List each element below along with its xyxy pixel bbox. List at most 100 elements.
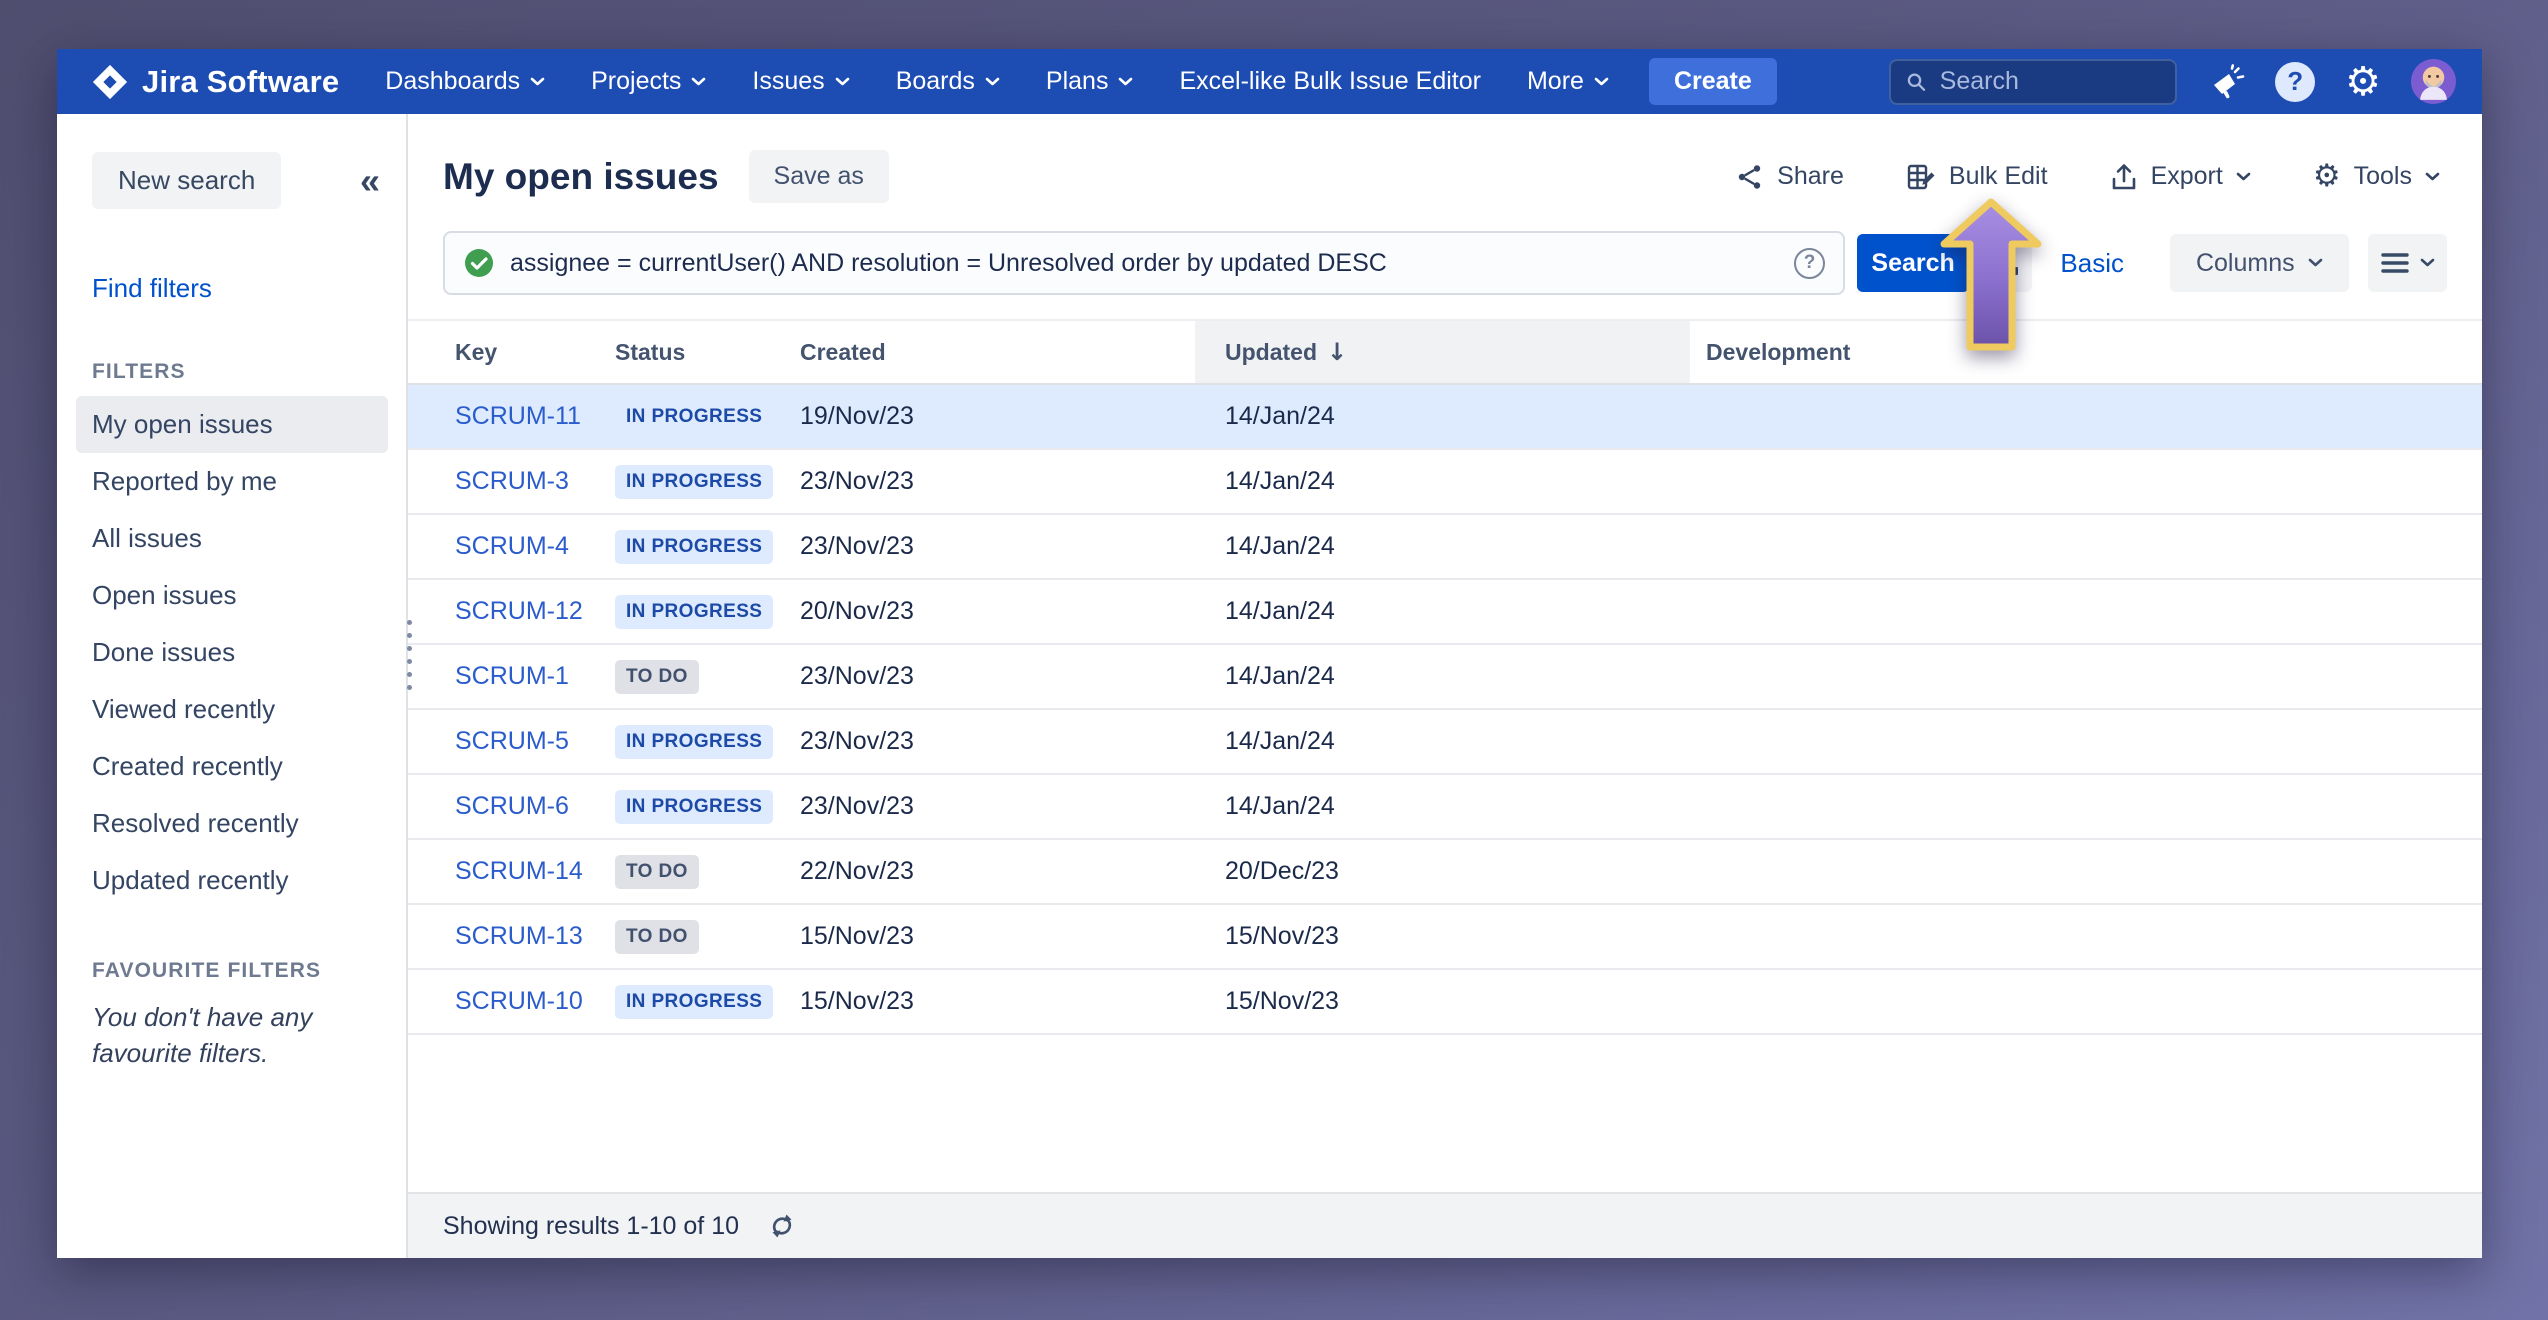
nav-menu-item[interactable]: Boards (896, 67, 1000, 96)
chevron-down-icon (1594, 77, 1609, 87)
issue-key-link[interactable]: SCRUM-12 (455, 597, 615, 626)
jql-query-field[interactable]: ? (443, 231, 1845, 295)
column-header-key[interactable]: Key (455, 321, 615, 383)
issue-row[interactable]: SCRUM-11 IN PROGRESS 19/Nov/23 14/Jan/24 (408, 385, 2482, 450)
issue-key-link[interactable]: SCRUM-10 (455, 987, 615, 1016)
status-badge: IN PROGRESS (615, 595, 773, 629)
issue-key-link[interactable]: SCRUM-5 (455, 727, 615, 756)
refresh-icon[interactable] (767, 1211, 797, 1241)
sidebar-filter-item[interactable]: Done issues (92, 624, 406, 681)
issue-row[interactable]: SCRUM-10 IN PROGRESS 15/Nov/23 15/Nov/23 (408, 970, 2482, 1035)
hierarchy-icon (1990, 249, 2020, 277)
nav-menu-item[interactable]: More (1527, 67, 1609, 96)
tools-button[interactable]: ⚙ Tools (2313, 161, 2440, 192)
desktop-background: Jira Software Dashboards Projects Issues… (0, 0, 2548, 1320)
status-cell: IN PROGRESS (615, 400, 800, 434)
status-cell: TO DO (615, 660, 800, 694)
jira-app-window: Jira Software Dashboards Projects Issues… (57, 49, 2482, 1258)
column-header-created[interactable]: Created (800, 321, 1195, 383)
export-button[interactable]: Export (2110, 162, 2251, 192)
issue-key-link[interactable]: SCRUM-14 (455, 857, 615, 886)
updated-date: 14/Jan/24 (1195, 532, 1690, 561)
status-badge: IN PROGRESS (615, 530, 773, 564)
sidebar-filter-item[interactable]: Resolved recently (92, 795, 406, 852)
status-cell: TO DO (615, 855, 800, 889)
settings-gear-icon[interactable]: ⚙ (2345, 62, 2381, 102)
column-header-status[interactable]: Status (615, 321, 800, 383)
nav-menu-item[interactable]: Excel-like Bulk Issue Editor (1179, 67, 1481, 96)
sidebar-resize-handle[interactable] (407, 620, 412, 690)
issue-key-link[interactable]: SCRUM-1 (455, 662, 615, 691)
status-cell: IN PROGRESS (615, 790, 800, 824)
collapse-sidebar-icon[interactable]: « (360, 163, 380, 199)
bulk-edit-button[interactable]: Bulk Edit (1906, 162, 2048, 192)
create-button[interactable]: Create (1649, 58, 1777, 105)
chevron-down-icon (2420, 258, 2435, 268)
issue-row[interactable]: SCRUM-4 IN PROGRESS 23/Nov/23 14/Jan/24 (408, 515, 2482, 580)
megaphone-icon[interactable] (2207, 63, 2245, 101)
search-button[interactable]: Search (1857, 234, 1969, 292)
sidebar-filter-item[interactable]: My open issues (76, 396, 388, 453)
share-button[interactable]: Share (1736, 162, 1844, 191)
results-count-text: Showing results 1-10 of 10 (443, 1212, 739, 1241)
jira-logo[interactable]: Jira Software (91, 63, 339, 101)
sidebar-filter-item[interactable]: Updated recently (92, 852, 406, 909)
logo-text: Jira Software (142, 64, 339, 100)
filters-sidebar: New search « Find filters FILTERS My ope… (57, 114, 408, 1258)
issue-key-link[interactable]: SCRUM-3 (455, 467, 615, 496)
export-label: Export (2151, 162, 2223, 191)
column-header-updated[interactable]: Updated ↓ (1195, 321, 1690, 383)
issue-row[interactable]: SCRUM-13 TO DO 15/Nov/23 15/Nov/23 (408, 905, 2482, 970)
chevron-down-icon (2236, 172, 2251, 182)
bulk-edit-icon (1906, 162, 1936, 192)
sidebar-filter-item[interactable]: Created recently (92, 738, 406, 795)
view-switcher-button[interactable] (2368, 234, 2447, 292)
updated-date: 15/Nov/23 (1195, 922, 1690, 951)
nav-menu-item[interactable]: Dashboards (385, 67, 545, 96)
new-search-button[interactable]: New search (92, 152, 281, 209)
issue-row[interactable]: SCRUM-14 TO DO 22/Nov/23 20/Dec/23 (408, 840, 2482, 905)
issue-row[interactable]: SCRUM-3 IN PROGRESS 23/Nov/23 14/Jan/24 (408, 450, 2482, 515)
save-as-button[interactable]: Save as (749, 150, 889, 203)
status-badge: IN PROGRESS (615, 790, 773, 824)
basic-mode-link[interactable]: Basic (2060, 248, 2124, 279)
global-search-input[interactable] (1940, 67, 2162, 96)
favourite-filters-heading: FAVOURITE FILTERS (92, 959, 406, 983)
global-search[interactable] (1889, 59, 2177, 105)
sidebar-filter-item[interactable]: All issues (92, 510, 406, 567)
jql-help-icon[interactable]: ? (1794, 248, 1825, 279)
nav-menu-item[interactable]: Projects (591, 67, 706, 96)
issue-key-link[interactable]: SCRUM-4 (455, 532, 615, 561)
status-cell: IN PROGRESS (615, 465, 800, 499)
help-icon[interactable]: ? (2275, 62, 2315, 102)
sidebar-filter-item[interactable]: Open issues (92, 567, 406, 624)
status-cell: TO DO (615, 920, 800, 954)
search-icon (1905, 69, 1928, 95)
nav-menu-item[interactable]: Plans (1046, 67, 1134, 96)
filter-list: My open issuesReported by meAll issuesOp… (92, 396, 406, 909)
chevron-down-icon (2308, 258, 2323, 268)
nav-menu-item[interactable]: Issues (752, 67, 849, 96)
query-editor-toggle-button[interactable] (1977, 234, 2032, 292)
issue-row[interactable]: SCRUM-5 IN PROGRESS 23/Nov/23 14/Jan/24 (408, 710, 2482, 775)
favourite-filters-empty-note: You don't have any favourite filters. (92, 999, 364, 1071)
query-valid-check-icon (463, 247, 495, 279)
issue-row[interactable]: SCRUM-12 IN PROGRESS 20/Nov/23 14/Jan/24 (408, 580, 2482, 645)
find-filters-link[interactable]: Find filters (92, 273, 212, 304)
columns-label: Columns (2196, 249, 2295, 278)
status-cell: IN PROGRESS (615, 595, 800, 629)
issue-key-link[interactable]: SCRUM-11 (455, 402, 615, 431)
user-avatar[interactable] (2411, 59, 2456, 104)
issue-key-link[interactable]: SCRUM-13 (455, 922, 615, 951)
issue-row[interactable]: SCRUM-1 TO DO 23/Nov/23 14/Jan/24 (408, 645, 2482, 710)
created-date: 19/Nov/23 (800, 402, 1195, 431)
status-cell: IN PROGRESS (615, 725, 800, 759)
sidebar-filter-item[interactable]: Reported by me (92, 453, 406, 510)
column-header-development[interactable]: Development (1690, 321, 2482, 383)
issue-row[interactable]: SCRUM-6 IN PROGRESS 23/Nov/23 14/Jan/24 (408, 775, 2482, 840)
jql-query-input[interactable] (510, 249, 1779, 278)
sidebar-filter-item[interactable]: Viewed recently (92, 681, 406, 738)
issue-key-link[interactable]: SCRUM-6 (455, 792, 615, 821)
columns-button[interactable]: Columns (2170, 234, 2349, 292)
created-date: 15/Nov/23 (800, 987, 1195, 1016)
